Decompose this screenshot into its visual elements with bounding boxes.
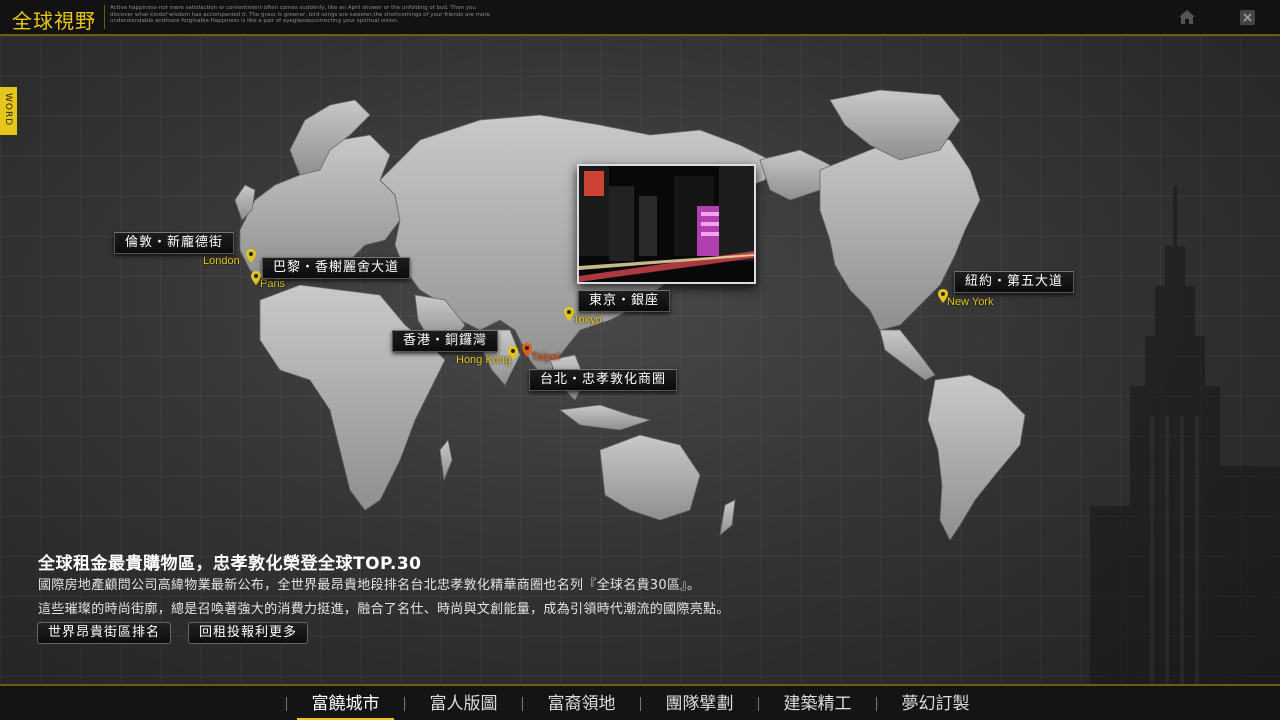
paris-city-label: Paris — [260, 278, 286, 290]
headline: 全球租金最貴購物區，忠孝敦化榮登全球TOP.30 — [38, 554, 422, 574]
main-nav: 富饒城市 富人版圖 富裔領地 團隊擘劃 建築精工 夢幻訂製 — [280, 686, 988, 720]
page-title: 全球視野 — [12, 9, 96, 33]
nav-item-rich-map[interactable]: 富人版圖 — [411, 686, 516, 720]
world-map — [234, 89, 1026, 541]
nav-divider — [522, 697, 523, 711]
tokyo-city-label: Tokyo — [573, 314, 602, 326]
title-divider — [104, 5, 105, 29]
nav-divider — [640, 697, 641, 711]
tokyo-callout[interactable]: 東京・銀座 — [578, 290, 671, 312]
nav-item-wealthy-city[interactable]: 富饒城市 — [293, 686, 398, 720]
nav-item-rich-territory[interactable]: 富裔領地 — [529, 686, 634, 720]
word-side-tab[interactable]: WORD — [0, 87, 17, 135]
hong-kong-city-label: Hong Kong — [456, 354, 512, 366]
nav-divider — [404, 697, 405, 711]
top-bar: 全球視野 Active happiness-not mere satisfact… — [0, 0, 1280, 36]
description-line-1: 國際房地產顧問公司高緯物業最新公布，全世界最昂貴地段排名台北忠孝敦化精華商圈也名… — [38, 578, 701, 593]
nav-item-dream-custom[interactable]: 夢幻訂製 — [883, 686, 988, 720]
nav-divider — [876, 697, 877, 711]
side-tab-label: WORD — [3, 93, 13, 127]
nav-item-team-plan[interactable]: 團隊擘劃 — [647, 686, 752, 720]
description-line-2: 這些璀璨的時尚街廓，總是召喚著強大的消費力挺進，融合了名仕、時尚與文創能量，成為… — [38, 602, 730, 617]
london-pin-icon[interactable] — [246, 249, 256, 263]
new-york-city-label: New York — [947, 296, 994, 308]
home-icon[interactable] — [1178, 9, 1196, 25]
london-callout[interactable]: 倫敦・新龐德街 — [114, 232, 235, 254]
hong-kong-callout[interactable]: 香港・銅鑼灣 — [392, 330, 499, 352]
close-icon[interactable] — [1240, 10, 1255, 25]
london-city-label: London — [203, 255, 240, 267]
skyline-silhouette — [1090, 186, 1280, 684]
taipei-callout[interactable]: 台北・忠孝敦化商圈 — [529, 369, 678, 391]
expensive-streets-ranking-button[interactable]: 世界昂貴街區排名 — [37, 622, 172, 644]
bottom-nav-bar: 富饒城市 富人版圖 富裔領地 團隊擘劃 建築精工 夢幻訂製 — [0, 684, 1280, 720]
nav-divider — [286, 697, 287, 711]
new-york-callout[interactable]: 紐約・第五大道 — [954, 271, 1075, 293]
nav-item-architecture[interactable]: 建築精工 — [765, 686, 870, 720]
nav-divider — [758, 697, 759, 711]
tagline-text: Active happiness-not mere satisfaction o… — [110, 5, 490, 24]
paris-callout[interactable]: 巴黎・香榭麗舍大道 — [262, 257, 411, 279]
rental-return-more-button[interactable]: 回租投報利更多 — [188, 622, 309, 644]
tokyo-night-street-image — [579, 166, 754, 282]
taipei-city-label: Taipei — [531, 351, 560, 363]
tokyo-photo — [577, 164, 756, 284]
